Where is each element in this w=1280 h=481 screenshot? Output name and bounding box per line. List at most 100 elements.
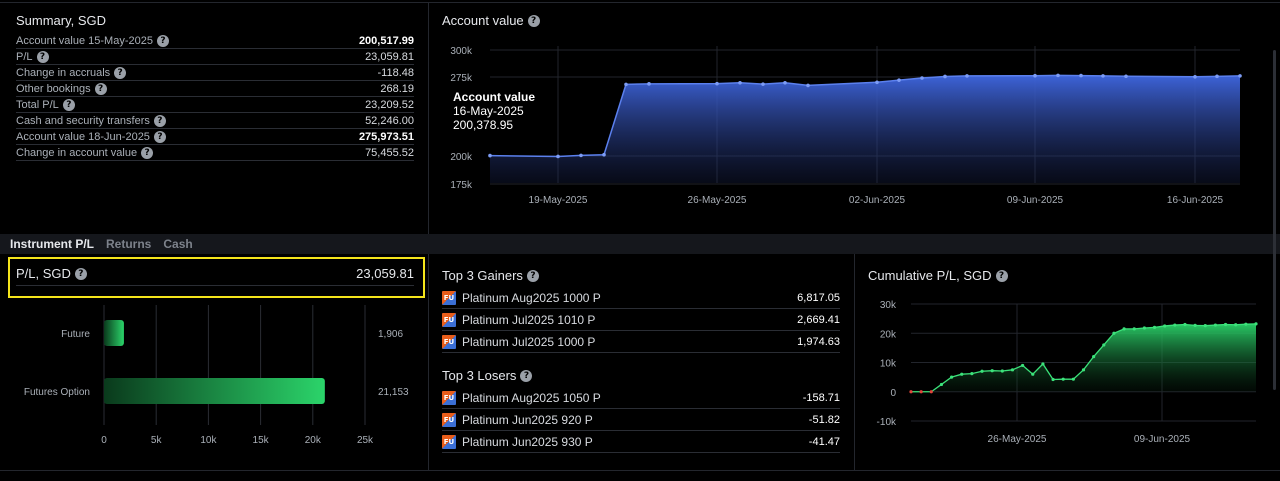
x-tick-label: 0	[101, 435, 107, 446]
account-value-point	[1056, 73, 1060, 78]
cumulative-pl-title: Cumulative P/L, SGD ?	[868, 268, 1008, 283]
account-value-point	[1238, 74, 1242, 78]
summary-row-label: Change in accruals	[16, 66, 111, 79]
cumulative-point	[939, 382, 944, 387]
account-value-point	[965, 74, 969, 78]
account-value-point	[1101, 74, 1105, 78]
summary-row: Change in accruals? -118.48	[16, 65, 414, 81]
bar-value-label: 1,906	[378, 329, 403, 340]
help-icon[interactable]: ?	[153, 130, 166, 143]
help-icon[interactable]: ?	[141, 146, 154, 159]
loser-row[interactable]: FU Platinum Jun2025 930 P -41.47	[442, 431, 840, 453]
cumulative-point	[1254, 322, 1258, 326]
futures-icon: FU	[442, 334, 456, 349]
gainer-row[interactable]: FU Platinum Jul2025 1010 P 2,669.41	[442, 309, 840, 331]
help-icon[interactable]: ?	[156, 34, 169, 47]
loser-row[interactable]: FU Platinum Jun2025 920 P -51.82	[442, 409, 840, 431]
x-tick-label: 09-Jun-2025	[1134, 434, 1191, 445]
cumulative-point	[1223, 322, 1228, 327]
tab-cash[interactable]: Cash	[163, 237, 192, 251]
instrument-pl-bar-chart: 0 5k 10k 15k 20k 25k Future 1,906 Futures Option…	[24, 305, 409, 446]
help-icon[interactable]: ?	[527, 14, 540, 27]
account-value-point	[783, 80, 787, 85]
cumulative-point	[1051, 377, 1055, 382]
tab-instrument-pl[interactable]: Instrument P/L	[10, 237, 94, 251]
help-icon[interactable]: ?	[94, 82, 107, 95]
y-tick-label: 0	[890, 388, 896, 399]
top-gainers-title: Top 3 Gainers ?	[442, 268, 539, 283]
futures-icon: FU	[442, 290, 456, 305]
cumulative-point	[1152, 325, 1157, 329]
cumulative-point	[1122, 327, 1126, 331]
account-value-point	[1124, 74, 1128, 79]
cumulative-point	[1010, 368, 1015, 372]
tab-returns[interactable]: Returns	[106, 237, 151, 251]
account-value-point	[579, 153, 583, 158]
account-value-point	[715, 81, 719, 86]
help-icon[interactable]: ?	[153, 114, 166, 127]
instrument-pl-value: 2,669.41	[797, 313, 840, 326]
summary-row-label: Total P/L	[16, 98, 59, 111]
summary-row: Account value 18-Jun-2025? 275,973.51	[16, 129, 414, 145]
cumulative-point	[1203, 324, 1207, 328]
cumulative-point	[1061, 377, 1065, 381]
cumulative-point	[1193, 323, 1197, 327]
help-icon[interactable]: ?	[995, 269, 1008, 282]
y-tick-label: 20k	[880, 329, 897, 340]
account-value-point	[806, 83, 810, 88]
highlight-box	[8, 257, 425, 298]
help-icon[interactable]: ?	[36, 50, 49, 63]
instrument-pl-value: -41.47	[808, 435, 840, 448]
account-value-point	[875, 80, 879, 85]
cumulative-point	[1102, 343, 1106, 347]
bar-value-label: 21,153	[378, 387, 409, 398]
help-icon[interactable]: ?	[526, 269, 539, 282]
account-value-point	[488, 153, 492, 158]
summary-row-label: Account value 15-May-2025	[16, 34, 153, 47]
y-tick-label: 30k	[880, 300, 897, 311]
summary-row-value: 275,973.51	[358, 130, 414, 143]
summary-row-value: -118.48	[377, 66, 415, 79]
bar-futures-option	[104, 378, 325, 404]
summary-row: Account value 15-May-2025? 200,517.99	[16, 33, 414, 49]
cumulative-point	[1213, 323, 1218, 327]
instrument-name: Platinum Jul2025 1000 P	[462, 334, 596, 349]
x-tick-label: 20k	[305, 435, 322, 446]
cumulative-point	[980, 369, 984, 373]
account-value-point	[624, 82, 628, 87]
help-icon[interactable]: ?	[62, 98, 75, 111]
bar-category-label: Futures Option	[24, 387, 90, 398]
cumulative-point	[1173, 323, 1177, 327]
cumulative-point	[1000, 369, 1004, 373]
summary-row-value: 268.19	[380, 82, 414, 95]
cumulative-point	[1031, 372, 1035, 376]
account-value-point	[647, 82, 651, 86]
tab-bar: Instrument P/L Returns Cash	[0, 234, 1280, 254]
x-tick-label: 26-May-2025	[988, 434, 1047, 445]
gainer-row[interactable]: FU Platinum Aug2025 1000 P 6,817.05	[442, 287, 840, 309]
account-value-chart: 300k 275k 200k 175k 19-May-2025 26-May-2025 02…	[450, 46, 1242, 206]
cumulative-point	[929, 390, 933, 394]
help-icon[interactable]: ?	[520, 369, 533, 382]
help-icon[interactable]: ?	[114, 66, 127, 79]
cumulative-point	[1163, 324, 1167, 328]
cumulative-point	[1071, 377, 1075, 381]
cumulative-point	[1112, 331, 1116, 335]
summary-row-value: 200,517.99	[358, 34, 414, 47]
summary-title: Summary, SGD	[16, 13, 107, 28]
summary-row-value: 23,059.81	[365, 50, 414, 63]
account-value-point	[943, 74, 947, 79]
y-tick-label: 275k	[450, 73, 473, 84]
x-tick-label: 10k	[200, 435, 217, 446]
account-value-point	[738, 80, 742, 85]
summary-row-label: Account value 18-Jun-2025	[16, 130, 150, 143]
gainer-row[interactable]: FU Platinum Jul2025 1000 P 1,974.63	[442, 331, 840, 353]
summary-row-label: Cash and security transfers	[16, 114, 150, 127]
cumulative-point	[1092, 355, 1096, 359]
cumulative-point	[919, 390, 923, 394]
cumulative-point	[1021, 363, 1025, 368]
account-value-point	[1215, 74, 1219, 79]
scrollbar[interactable]	[1273, 50, 1276, 390]
loser-row[interactable]: FU Platinum Aug2025 1050 P -158.71	[442, 387, 840, 409]
account-value-point	[897, 78, 901, 82]
